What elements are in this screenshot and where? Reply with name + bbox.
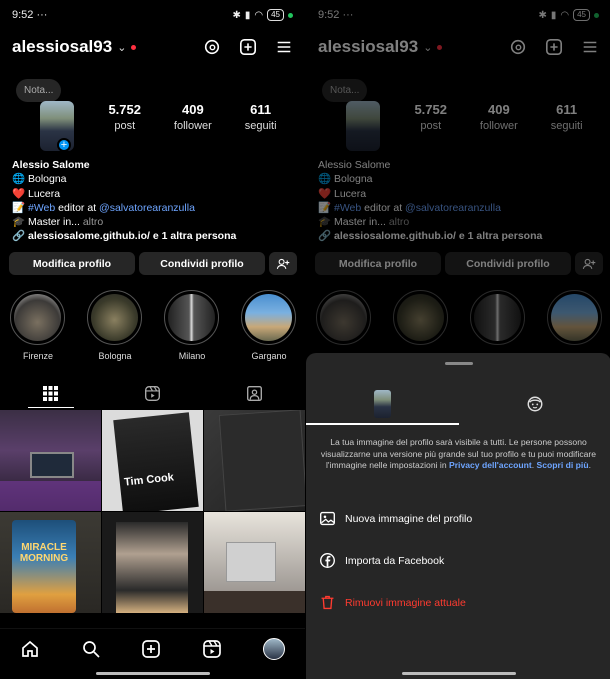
privacy-dot: [288, 12, 293, 18]
bio-home: ❤️ Lucera: [12, 187, 61, 200]
profile-photo-sheet: La tua immagine del profilo sarà visibil…: [306, 353, 610, 679]
facebook-icon: [320, 553, 335, 568]
mention-link[interactable]: @salvatorearanzulla: [99, 202, 195, 214]
profile-header: alessiosal93 ⌄: [12, 30, 293, 64]
profile-screen: 9:52 ··· ✱ ▮ ◠ 45 alessiosal93 ⌄ Nota...…: [0, 0, 305, 679]
bio-links[interactable]: 🔗 alessiosalome.github.io/ e 1 altra per…: [12, 229, 297, 243]
home-icon[interactable]: [20, 639, 40, 659]
import-facebook-option[interactable]: Importa da Facebook: [319, 552, 599, 569]
chevron-down-icon: ⌄: [117, 41, 127, 54]
home-indicator: [95, 672, 210, 675]
status-time: 9:52: [12, 9, 34, 21]
new-profile-photo-option[interactable]: Nuova immagine del profilo: [319, 510, 599, 527]
learn-more-link[interactable]: Scopri di più: [537, 460, 589, 470]
highlight-item[interactable]: Firenze: [10, 290, 66, 361]
post-thumbnail[interactable]: [204, 410, 305, 511]
privacy-settings-link[interactable]: Privacy dell'account: [449, 460, 532, 470]
profile-nav-avatar[interactable]: [262, 638, 285, 660]
sheet-description: La tua immagine del profilo sarà visibil…: [320, 437, 597, 470]
battery-icon: 45: [267, 9, 284, 21]
edit-profile-button[interactable]: Modifica profilo: [9, 252, 135, 275]
account-switcher[interactable]: alessiosal93 ⌄: [12, 37, 137, 57]
avatar: [373, 390, 391, 418]
add-story-icon[interactable]: +: [57, 138, 71, 152]
stat-posts[interactable]: 5.752 post: [108, 102, 141, 132]
post-thumbnail[interactable]: Tim Cook: [102, 410, 203, 511]
tagged-icon: [246, 385, 262, 401]
bio-city: 🌐 Bologna: [12, 173, 67, 186]
link-icon: 🔗: [12, 230, 28, 243]
signal-icon: ▮: [244, 9, 251, 21]
post-thumbnail[interactable]: [0, 410, 101, 511]
create-icon[interactable]: [141, 639, 161, 659]
posts-grid: Tim Cook MIRACLE MORNING: [0, 410, 305, 613]
profile-tabs: [0, 378, 305, 408]
trash-icon: [321, 595, 334, 610]
profile-screen-with-sheet: 9:52 ··· ✱ ▮ ◠ 45 alessiosal93 ⌄ Nota...…: [306, 0, 610, 679]
highlight-item[interactable]: Gargano: [241, 290, 297, 361]
avatar-face-icon: [527, 396, 543, 412]
story-highlights: Firenze Bologna Milano Gargano: [10, 290, 297, 361]
highlight-item[interactable]: Bologna: [87, 290, 143, 361]
tab-posts-grid[interactable]: [0, 378, 102, 408]
reels-nav-icon[interactable]: [202, 639, 222, 659]
add-person-icon: [276, 258, 290, 269]
bio-work: 📝 #Web editor at @salvatorearanzulla: [12, 201, 195, 214]
tab-tagged[interactable]: [203, 378, 305, 408]
hashtag-link[interactable]: #Web: [28, 202, 55, 214]
notification-dot: [131, 44, 137, 50]
reels-icon: [145, 385, 160, 401]
sheet-drag-handle[interactable]: [444, 362, 473, 365]
sheet-tabs: [306, 383, 610, 425]
grid-icon: [43, 385, 59, 401]
highlight-item[interactable]: Milano: [164, 290, 220, 361]
remove-photo-option[interactable]: Rimuovi immagine attuale: [319, 594, 599, 611]
stat-following[interactable]: 611 seguiti: [245, 102, 277, 132]
wifi-icon: ◠: [254, 9, 264, 21]
home-indicator: [401, 672, 516, 675]
menu-icon[interactable]: [275, 38, 293, 56]
bluetooth-icon: ✱: [232, 9, 241, 21]
tab-avatar[interactable]: [459, 383, 610, 425]
status-bar: 9:52 ··· ✱ ▮ ◠ 45: [0, 0, 305, 30]
profile-stats: 5.752 post 409 follower 611 seguiti: [92, 102, 293, 132]
username: alessiosal93: [12, 37, 113, 56]
display-name: Alessio Salome: [12, 159, 90, 171]
bio-education: 🎓 Master in... altro: [12, 216, 104, 229]
stat-followers[interactable]: 409 follower: [174, 102, 212, 132]
note-bubble[interactable]: Nota...: [16, 79, 62, 102]
more-link[interactable]: altro: [83, 216, 103, 228]
share-profile-button[interactable]: Condividi profilo: [139, 252, 265, 275]
profile-bio: Alessio Salome 🌐 Bologna ❤️ Lucera 📝 #We…: [12, 158, 297, 244]
tab-profile-photo[interactable]: [306, 383, 459, 425]
tab-reels[interactable]: [102, 378, 204, 408]
post-thumbnail[interactable]: [204, 512, 305, 613]
post-thumbnail[interactable]: [102, 512, 203, 613]
discover-people-button[interactable]: [269, 252, 297, 275]
create-post-icon[interactable]: [239, 38, 257, 56]
image-icon: [320, 511, 335, 526]
search-icon[interactable]: [81, 639, 101, 659]
threads-icon[interactable]: [203, 38, 221, 56]
post-thumbnail[interactable]: MIRACLE MORNING: [0, 512, 101, 613]
